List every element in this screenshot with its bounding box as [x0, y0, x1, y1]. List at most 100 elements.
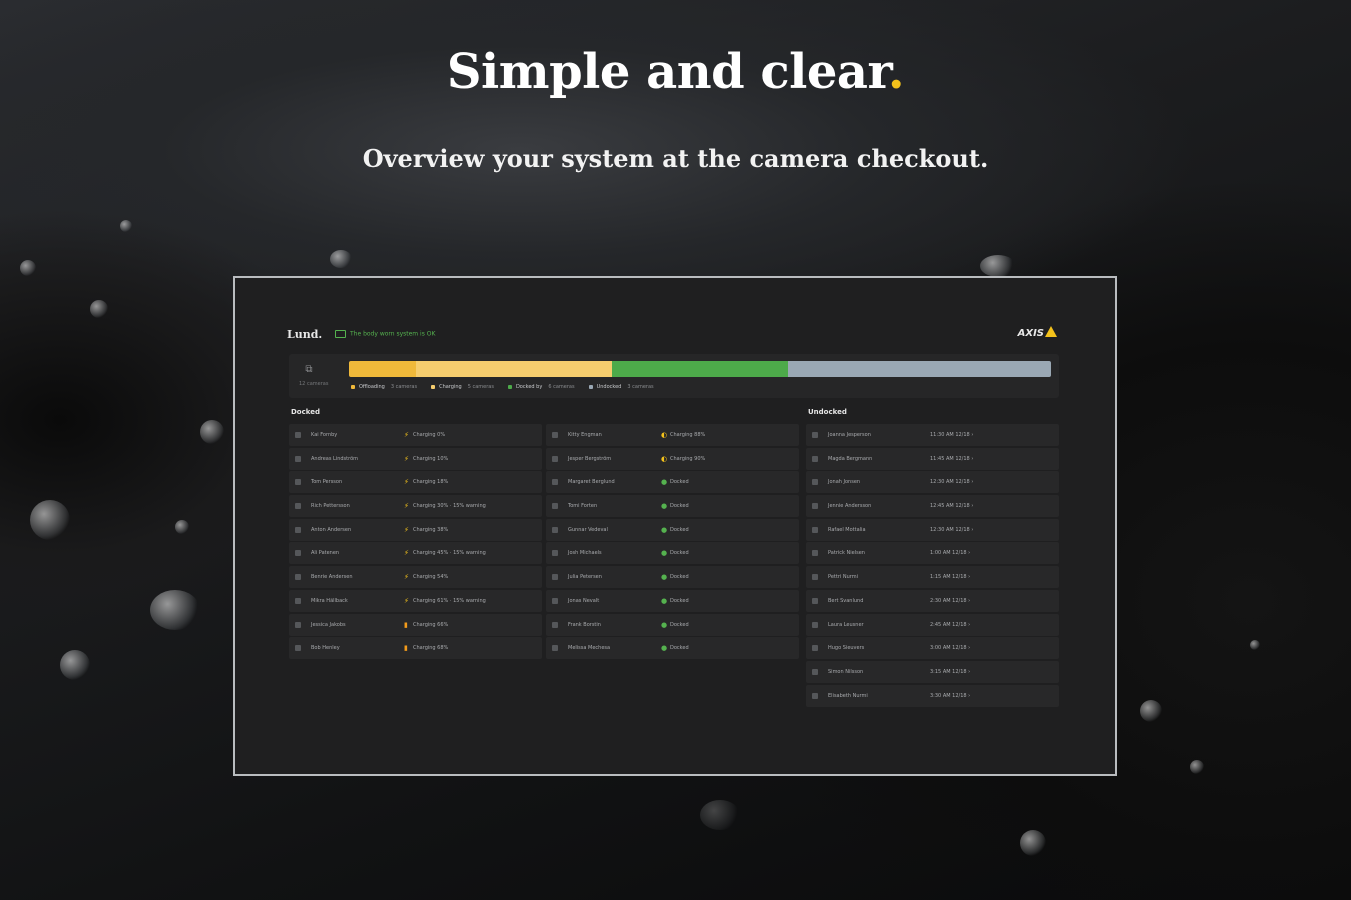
- axis-triangle-icon: [1045, 326, 1057, 337]
- user-name: Melissa Mechesa: [568, 645, 611, 652]
- list-item[interactable]: Rafael Mottalia 12:30 AM 12/18 ›: [806, 518, 1059, 541]
- camera-status: Charging 54%: [413, 574, 449, 581]
- user-name: Rafael Mottalia: [828, 526, 866, 533]
- camera-status: Docked: [670, 597, 689, 604]
- legend-swatch: [431, 384, 436, 389]
- legend-item: Undocked 3 cameras: [588, 384, 654, 390]
- list-item[interactable]: Hugo Sieuvers 3:00 AM 12/18 ›: [806, 637, 1059, 660]
- status-bar-charging: [415, 361, 613, 377]
- camera-summary: ⧉ 12 cameras Offloading 3 cameras Charging…: [289, 354, 1059, 398]
- list-item[interactable]: Kitty Engman ◐ Charging 88%: [546, 424, 799, 446]
- camera-status: Docked: [670, 526, 689, 533]
- camera-status: Docked: [670, 503, 689, 510]
- user-name: Hugo Sieuvers: [828, 645, 865, 652]
- list-item[interactable]: Ali Patenen ⚡ Charging 45% · 15% warning: [289, 542, 542, 565]
- undocked-list: Joanna Jesperson 11:30 AM 12/18 › Magda Be…: [806, 424, 1059, 708]
- undocked-time: 12:30 AM 12/18 ›: [930, 479, 974, 486]
- camera-icon: [552, 455, 558, 462]
- docked-icon: ●: [661, 478, 668, 487]
- camera-icon: [552, 526, 558, 533]
- list-item[interactable]: Gunnar Vedeval ● Docked: [546, 518, 799, 541]
- sync-status[interactable]: The body worn system is OK: [335, 330, 435, 338]
- user-name: Mikra Hällback: [311, 597, 348, 604]
- list-item[interactable]: Jennie Andersson 12:45 AM 12/18 ›: [806, 495, 1059, 518]
- camera-status: Docked: [670, 621, 689, 628]
- list-item[interactable]: Josh Michaels ● Docked: [546, 542, 799, 565]
- charging-icon: ⚡: [404, 502, 409, 511]
- user-name: Simon Nilsson: [828, 668, 864, 675]
- camera-status: Charging 30% · 15% warning: [413, 503, 486, 510]
- list-item[interactable]: Tom Persson ⚡ Charging 18%: [289, 471, 542, 494]
- status-bar: [349, 361, 1051, 377]
- charging-icon: ⚡: [404, 596, 409, 605]
- list-item[interactable]: Margaret Berglund ● Docked: [546, 471, 799, 494]
- charging-icon: ⚡: [404, 573, 409, 582]
- hero-title: Simple and clear.: [0, 44, 1351, 100]
- list-item[interactable]: Benrie Andersen ⚡ Charging 54%: [289, 566, 542, 589]
- camera-icon: [552, 597, 558, 604]
- user-name: Kai Fornby: [311, 432, 338, 438]
- list-item[interactable]: Jesper Bergström ◐ Charging 90%: [546, 447, 799, 470]
- list-item[interactable]: Mikra Hällback ⚡ Charging 61% · 15% warnin…: [289, 589, 542, 612]
- user-name: Laura Leusner: [828, 621, 864, 628]
- camera-icon: [295, 479, 301, 486]
- list-item[interactable]: Laura Leusner 2:45 AM 12/18 ›: [806, 613, 1059, 636]
- list-item[interactable]: Julia Petersen ● Docked: [546, 566, 799, 589]
- user-name: Jesper Bergström: [568, 455, 612, 462]
- list-item[interactable]: Jonas Nevalt ● Docked: [546, 589, 799, 612]
- list-item[interactable]: Patrick Nielsen 1:00 AM 12/18 ›: [806, 542, 1059, 565]
- list-item[interactable]: Pettri Nurmi 1:15 AM 12/18 ›: [806, 566, 1059, 589]
- user-name: Anton Andersen: [311, 526, 352, 533]
- docked-list-left: Kai Fornby ⚡ Charging 0% Andreas Lindström ⚡…: [289, 424, 542, 661]
- docked-list-right: Kitty Engman ◐ Charging 88% Jesper Bergströ…: [546, 424, 799, 661]
- list-item[interactable]: Joanna Jesperson 11:30 AM 12/18 ›: [806, 424, 1059, 446]
- user-name: Tom Persson: [311, 479, 343, 486]
- camera-status: Charging 18%: [413, 479, 449, 486]
- hero-title-text: Simple and clear: [446, 44, 889, 100]
- user-name: Jennie Andersson: [828, 503, 872, 510]
- undocked-time: 3:15 AM 12/18 ›: [930, 668, 971, 675]
- list-item[interactable]: Andreas Lindström ⚡ Charging 10%: [289, 447, 542, 470]
- list-item[interactable]: Melissa Mechesa ● Docked: [546, 637, 799, 660]
- list-item[interactable]: Kai Fornby ⚡ Charging 0%: [289, 424, 542, 446]
- charging-icon: ⚡: [404, 525, 409, 534]
- legend-count: 6 cameras: [548, 384, 575, 390]
- undocked-time: 12:45 AM 12/18 ›: [930, 503, 974, 510]
- list-item[interactable]: Rich Pettersson ⚡ Charging 30% · 15% warni…: [289, 495, 542, 518]
- list-item[interactable]: Bob Henley ▮ Charging 68%: [289, 637, 542, 660]
- list-item[interactable]: Elisabeth Nurmi 3:30 AM 12/18 ›: [806, 684, 1059, 707]
- undocked-time: 3:30 AM 12/18 ›: [930, 692, 971, 699]
- list-item[interactable]: Anton Andersen ⚡ Charging 38%: [289, 518, 542, 541]
- camera-stack-icon: ⧉: [305, 364, 313, 375]
- list-item[interactable]: Jonah Jonsen 12:30 AM 12/18 ›: [806, 471, 1059, 494]
- docked-icon: ●: [661, 596, 668, 605]
- docked-icon: ●: [661, 502, 668, 511]
- camera-icon: [295, 503, 301, 510]
- status-bar-undocked: [787, 361, 1051, 377]
- camera-status: Docked: [670, 645, 689, 652]
- list-item[interactable]: Magda Bergmann 11:45 AM 12/18 ›: [806, 447, 1059, 470]
- camera-icon: [552, 621, 558, 628]
- undocked-title: Undocked: [808, 408, 847, 416]
- camera-icon: [295, 550, 301, 557]
- charging-icon: ⚡: [404, 478, 409, 487]
- list-item[interactable]: Tomi Forten ● Docked: [546, 495, 799, 518]
- camera-icon: [552, 574, 558, 581]
- status-legend: Offloading 3 cameras Charging 5 cameras Dock…: [351, 384, 668, 390]
- sync-status-text: The body worn system is OK: [350, 330, 436, 338]
- camera-status: Charging 66%: [413, 621, 449, 628]
- user-name: Frank Borstin: [568, 621, 601, 628]
- list-item[interactable]: Jessica Jakobs ▮ Charging 66%: [289, 613, 542, 636]
- camera-icon: [812, 455, 818, 462]
- legend-swatch: [507, 384, 512, 389]
- camera-status: Charging 88%: [670, 432, 706, 438]
- list-item[interactable]: Bert Svanlund 2:30 AM 12/18 ›: [806, 589, 1059, 612]
- status-bar-offloading: [349, 361, 416, 377]
- user-name: Bert Svanlund: [828, 597, 864, 604]
- list-item[interactable]: Frank Borstin ● Docked: [546, 613, 799, 636]
- status-bar-docked: [612, 361, 788, 377]
- camera-icon: [552, 550, 558, 557]
- docked-icon: ●: [661, 644, 668, 653]
- user-name: Bob Henley: [311, 645, 340, 652]
- list-item[interactable]: Simon Nilsson 3:15 AM 12/18 ›: [806, 660, 1059, 683]
